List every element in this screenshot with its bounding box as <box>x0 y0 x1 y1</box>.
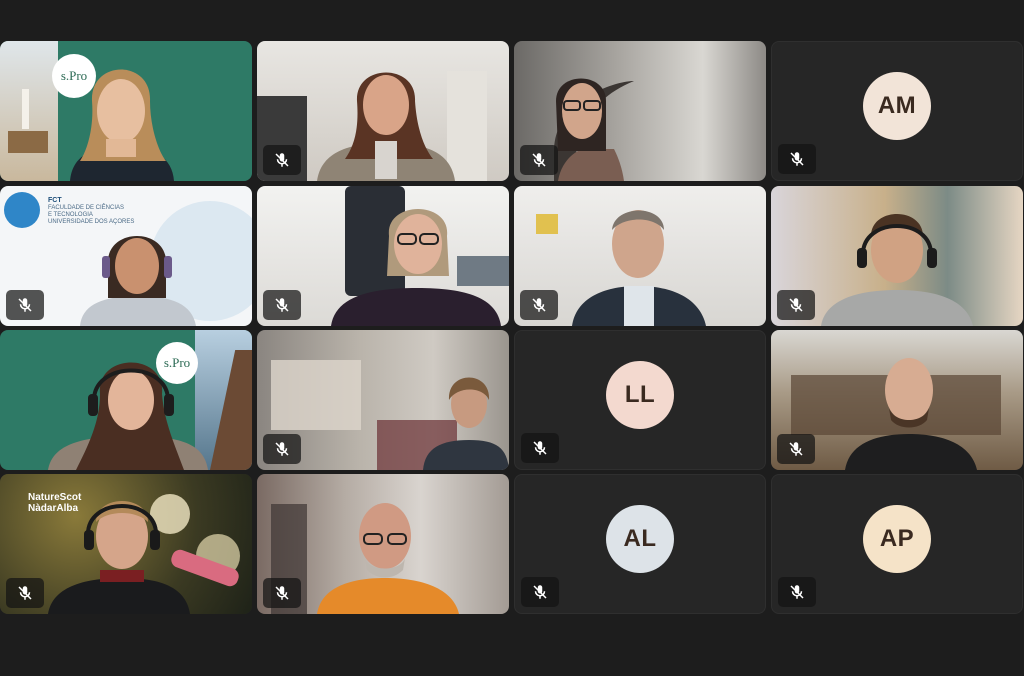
microphone-slash-icon <box>275 153 289 167</box>
participant-avatar: AP <box>863 505 931 573</box>
mute-indicator <box>778 144 816 174</box>
mute-indicator <box>521 577 559 607</box>
mute-indicator <box>6 290 44 320</box>
microphone-slash-icon <box>789 442 803 456</box>
microphone-slash-icon <box>533 585 547 599</box>
video-tile-p16[interactable]: AP <box>771 474 1023 614</box>
mute-indicator <box>777 434 815 464</box>
mute-indicator <box>778 577 816 607</box>
video-tile-p5[interactable]: FCT FACULDADE DE CIÊNCIAS E TECNOLOGIA U… <box>0 186 252 326</box>
microphone-slash-icon <box>790 152 804 166</box>
participant-video <box>70 69 174 181</box>
mute-indicator <box>520 145 558 175</box>
video-tile-p9[interactable]: s.Pro <box>0 330 252 470</box>
meeting-gallery-view: s.Pro AM FCT FACULDADE DE CIÊNCIAS E TEC… <box>0 0 1024 676</box>
mute-indicator <box>520 290 558 320</box>
participant-avatar: AM <box>863 72 931 140</box>
participant-video <box>48 362 208 470</box>
video-tile-p11[interactable]: LL <box>514 330 766 470</box>
video-tile-p8[interactable] <box>771 186 1023 326</box>
microphone-slash-icon <box>275 442 289 456</box>
mute-indicator <box>263 578 301 608</box>
video-tile-p3[interactable] <box>514 41 766 181</box>
video-tile-p7[interactable] <box>514 186 766 326</box>
video-tile-p10[interactable] <box>257 330 509 470</box>
mute-indicator <box>521 433 559 463</box>
microphone-slash-icon <box>18 586 32 600</box>
video-tile-p14[interactable] <box>257 474 509 614</box>
video-tile-p15[interactable]: AL <box>514 474 766 614</box>
participant-avatar: AL <box>606 505 674 573</box>
mute-indicator <box>263 145 301 175</box>
video-tile-p12[interactable] <box>771 330 1023 470</box>
microphone-slash-icon <box>789 298 803 312</box>
microphone-slash-icon <box>18 298 32 312</box>
participant-avatar: LL <box>606 361 674 429</box>
video-tile-p4[interactable]: AM <box>771 41 1023 181</box>
mute-indicator <box>6 578 44 608</box>
mute-indicator <box>263 290 301 320</box>
microphone-slash-icon <box>790 585 804 599</box>
microphone-slash-icon <box>275 298 289 312</box>
video-tile-p2[interactable] <box>257 41 509 181</box>
microphone-slash-icon <box>532 298 546 312</box>
video-tile-p1[interactable]: s.Pro <box>0 41 252 181</box>
microphone-slash-icon <box>532 153 546 167</box>
microphone-slash-icon <box>533 441 547 455</box>
mute-indicator <box>777 290 815 320</box>
microphone-slash-icon <box>275 586 289 600</box>
video-tile-p13[interactable]: NatureScot NàdarAlba <box>0 474 252 614</box>
mute-indicator <box>263 434 301 464</box>
video-tile-p6[interactable] <box>257 186 509 326</box>
